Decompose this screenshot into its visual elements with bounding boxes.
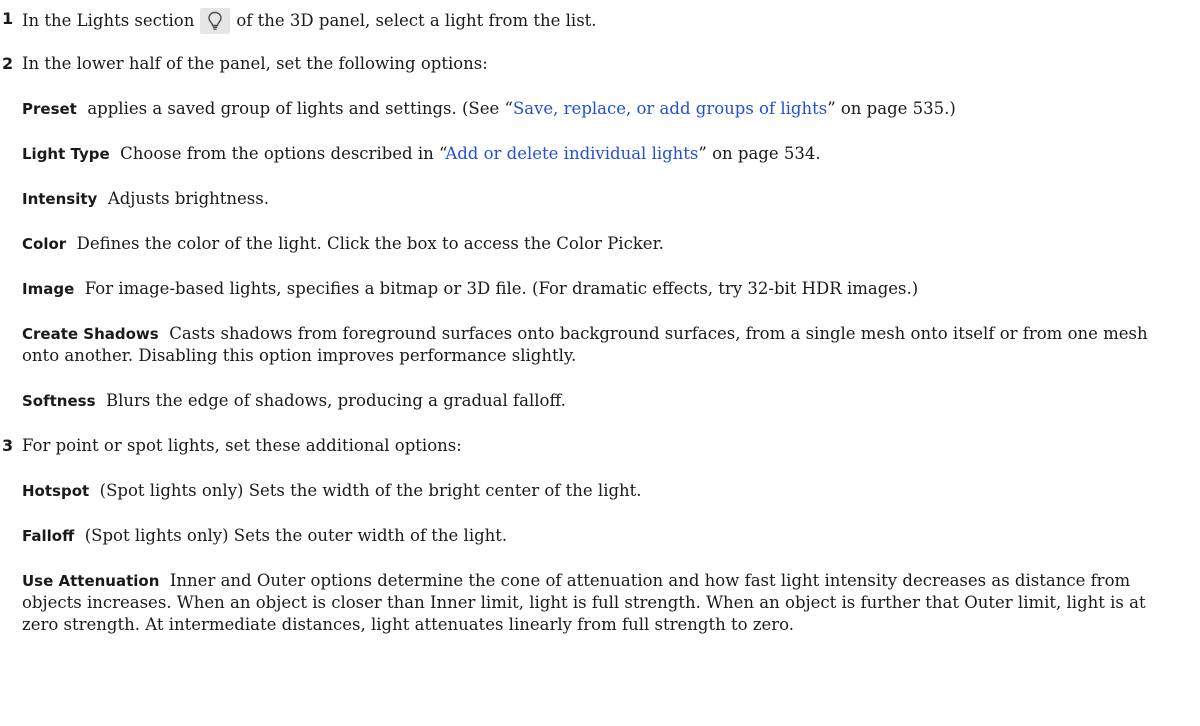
- option-image: Image For image-based lights, specifies …: [22, 278, 918, 300]
- option-term: Create Shadows: [22, 325, 159, 343]
- option-text: (Spot lights only) Sets the width of the…: [99, 481, 642, 500]
- option-text: Adjusts brightness.: [107, 189, 269, 208]
- option-term: Color: [22, 235, 67, 253]
- option-term: Hotspot: [22, 482, 90, 500]
- option-preset: Preset applies a saved group of lights a…: [22, 98, 956, 120]
- option-term: Preset: [22, 100, 77, 118]
- option-term: Intensity: [22, 190, 98, 208]
- option-text-after: ” on page 535.): [827, 99, 956, 118]
- step-number: 1: [2, 9, 14, 28]
- option-text: For image-based lights, specifies a bitm…: [84, 279, 919, 298]
- option-falloff: Falloff (Spot lights only) Sets the oute…: [22, 525, 507, 547]
- option-text: Inner and Outer options determine the co…: [22, 571, 1146, 634]
- option-intensity: Intensity Adjusts brightness.: [22, 188, 269, 210]
- step-text: In the lower half of the panel, set the …: [22, 54, 488, 73]
- option-text: Blurs the edge of shadows, producing a g…: [106, 391, 566, 410]
- option-term: Use Attenuation: [22, 572, 160, 590]
- option-text: Defines the color of the light. Click th…: [76, 234, 664, 253]
- option-color: Color Defines the color of the light. Cl…: [22, 233, 664, 255]
- cross-reference-link[interactable]: Add or delete individual lights: [445, 144, 698, 163]
- option-light-type: Light Type Choose from the options descr…: [22, 143, 821, 165]
- cross-reference-link[interactable]: Save, replace, or add groups of lights: [513, 99, 827, 118]
- step-text-after: of the 3D panel, select a light from the…: [236, 11, 597, 30]
- option-softness: Softness Blurs the edge of shadows, prod…: [22, 390, 566, 412]
- step-number: 3: [2, 436, 14, 455]
- document-page: 1 In the Lights section of the 3D panel, …: [0, 0, 1200, 726]
- option-text: (Spot lights only) Sets the outer width …: [84, 526, 508, 545]
- step-number: 2: [2, 54, 14, 73]
- step-text: For point or spot lights, set these addi…: [22, 436, 462, 455]
- option-text: Casts shadows from foreground surfaces o…: [22, 324, 1148, 365]
- option-term: Falloff: [22, 527, 75, 545]
- option-term: Light Type: [22, 145, 110, 163]
- option-text: applies a saved group of lights and sett…: [87, 99, 513, 118]
- option-hotspot: Hotspot (Spot lights only) Sets the widt…: [22, 480, 642, 502]
- option-term: Softness: [22, 392, 96, 410]
- option-text: Choose from the options described in “: [120, 144, 446, 163]
- step-text: In the Lights section: [22, 11, 195, 30]
- option-term: Image: [22, 280, 75, 298]
- option-use-attenuation: Use Attenuation Inner and Outer options …: [22, 570, 1182, 636]
- option-create-shadows: Create Shadows Casts shadows from foregr…: [22, 323, 1182, 367]
- light-bulb-icon: [200, 8, 231, 34]
- option-text-after: ” on page 534.: [698, 144, 821, 163]
